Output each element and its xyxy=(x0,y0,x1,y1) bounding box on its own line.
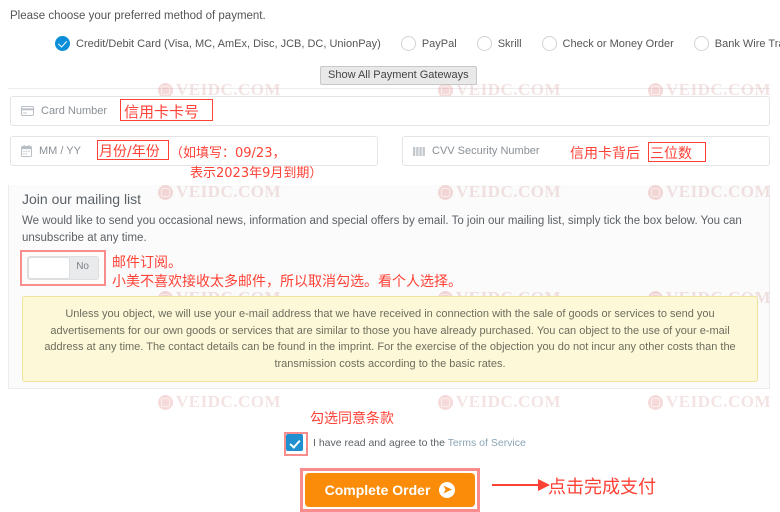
watermark-text: VEIDC.COM xyxy=(666,392,772,411)
payment-method-label: PayPal xyxy=(421,37,457,50)
watermark: VEIDC.COM xyxy=(438,392,561,412)
annotation-box-order-button xyxy=(300,468,480,512)
payment-method-paypal[interactable]: PayPal xyxy=(400,36,457,51)
radio-check-money-order-icon[interactable] xyxy=(541,36,557,51)
payment-method-list: Credit/Debit Card (Visa, MC, AmEx, Disc,… xyxy=(55,36,780,51)
intro-text: Please choose your preferred method of p… xyxy=(10,10,266,22)
watermark-text: VEIDC.COM xyxy=(176,392,282,411)
annotation-expiry-note-line2: 表示2023年9月到期） xyxy=(190,166,323,181)
annotation-expiry: 月份/年份 xyxy=(99,144,160,160)
calendar-icon xyxy=(21,145,32,157)
annotation-mailing-line2: 小美不喜欢接收太多邮件，所以取消勾选。看个人选择。 xyxy=(112,274,462,290)
cvv-placeholder: CVV Security Number xyxy=(432,145,540,157)
mailing-list-notice: Unless you object, we will use your e-ma… xyxy=(22,296,758,382)
radio-credit-card-icon[interactable] xyxy=(55,36,70,51)
annotation-agree: 勾选同意条款 xyxy=(310,411,394,427)
watermark-text: VEIDC.COM xyxy=(456,392,562,411)
payment-method-label: Check or Money Order xyxy=(562,37,674,50)
radio-paypal-icon[interactable] xyxy=(400,36,416,51)
annotation-arrow-icon xyxy=(492,479,550,491)
terms-agreement-row[interactable]: I have read and agree to the Terms of Se… xyxy=(286,434,526,451)
divider-bottom xyxy=(8,388,770,389)
watermark: VEIDC.COM xyxy=(158,392,281,412)
credit-card-icon xyxy=(21,106,34,116)
cvv-stripe-icon xyxy=(413,146,425,156)
payment-method-label: Credit/Debit Card (Visa, MC, AmEx, Disc,… xyxy=(76,37,381,50)
annotation-card-number: 信用卡卡号 xyxy=(124,103,200,121)
annotation-box-checkbox xyxy=(284,432,308,456)
watermark-badge-icon xyxy=(648,394,663,410)
annotation-mailing-line1: 邮件订阅。 xyxy=(112,255,182,271)
radio-bank-wire-icon[interactable] xyxy=(693,36,709,51)
radio-skrill-icon[interactable] xyxy=(476,36,492,51)
watermark-badge-icon xyxy=(158,394,173,410)
expiry-placeholder: MM / YY xyxy=(39,145,81,157)
watermark: VEIDC.COM xyxy=(648,392,771,412)
mailing-list-description: We would like to send you occasional new… xyxy=(22,215,742,244)
terms-text-prefix: I have read and agree to the xyxy=(313,436,448,449)
watermark-badge-icon xyxy=(438,394,453,410)
card-number-placeholder: Card Number xyxy=(41,105,108,117)
annotation-order: 点击完成支付 xyxy=(548,477,656,498)
annotation-cvv-prefix: 信用卡背后 xyxy=(570,146,640,162)
payment-method-bank-wire[interactable]: Bank Wire Transfer xyxy=(693,36,780,51)
terms-agreement-label: I have read and agree to the Terms of Se… xyxy=(313,437,526,449)
annotation-box-toggle xyxy=(20,250,106,286)
payment-method-label: Skrill xyxy=(497,37,522,50)
divider-top xyxy=(8,88,770,89)
payment-method-credit-card[interactable]: Credit/Debit Card (Visa, MC, AmEx, Disc,… xyxy=(55,36,381,51)
annotation-cvv-boxed: 三位数 xyxy=(650,146,692,162)
payment-method-check-money-order[interactable]: Check or Money Order xyxy=(541,36,674,51)
terms-of-service-link[interactable]: Terms of Service xyxy=(448,437,526,449)
payment-method-label: Bank Wire Transfer xyxy=(714,37,780,50)
payment-method-skrill[interactable]: Skrill xyxy=(476,36,522,51)
annotation-expiry-note-line1: （如填写：09/23， xyxy=(170,146,286,161)
show-all-payment-gateways-button[interactable]: Show All Payment Gateways xyxy=(320,66,477,85)
mailing-list-title: Join our mailing list xyxy=(22,191,142,207)
